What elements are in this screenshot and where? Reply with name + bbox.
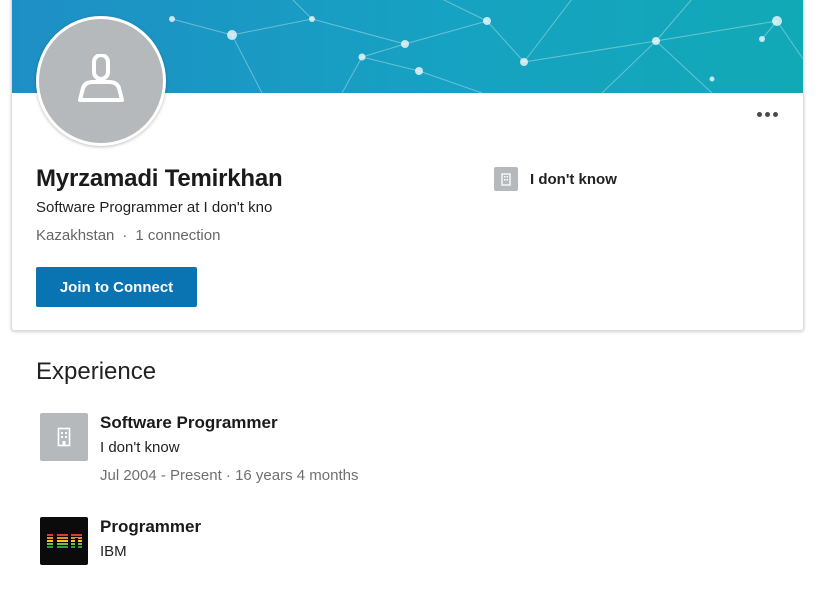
more-options-button[interactable] [753, 106, 781, 122]
company-placeholder-icon [494, 167, 518, 191]
experience-heading: Experience [36, 358, 157, 385]
profile-name: Myrzamadi Temirkhan [36, 165, 283, 192]
job-title[interactable]: Software Programmer [100, 412, 358, 434]
experience-item: Programmer IBM [40, 517, 201, 565]
meta-separator: · [122, 227, 128, 244]
experience-details: Software Programmer I don't know Jul 200… [100, 412, 358, 486]
job-company: I don't know [100, 439, 180, 456]
job-dates: Jul 2004 - Present · 16 years 4 months [100, 467, 359, 484]
current-company-link[interactable]: I don't know [494, 167, 617, 191]
profile-card: Myrzamadi Temirkhan Software Programmer … [11, 0, 804, 331]
profile-location: Kazakhstan [36, 227, 115, 244]
join-to-connect-button[interactable]: Join to Connect [36, 267, 197, 307]
profile-headline: Software Programmer at I don't kno [36, 199, 273, 216]
experience-item: Software Programmer I don't know Jul 200… [40, 413, 358, 486]
company-placeholder-icon[interactable] [40, 413, 88, 461]
profile-connections: 1 connection [135, 227, 221, 244]
more-options-icon [756, 111, 762, 117]
experience-details: Programmer IBM [100, 516, 201, 565]
job-company: IBM [100, 543, 127, 560]
person-placeholder-icon [78, 54, 124, 102]
profile-meta: Kazakhstan · 1 connection [36, 227, 220, 244]
job-title[interactable]: Programmer [100, 516, 201, 538]
ibm-logo[interactable] [40, 517, 88, 565]
profile-avatar [36, 16, 166, 146]
current-company-name: I don't know [530, 170, 617, 188]
